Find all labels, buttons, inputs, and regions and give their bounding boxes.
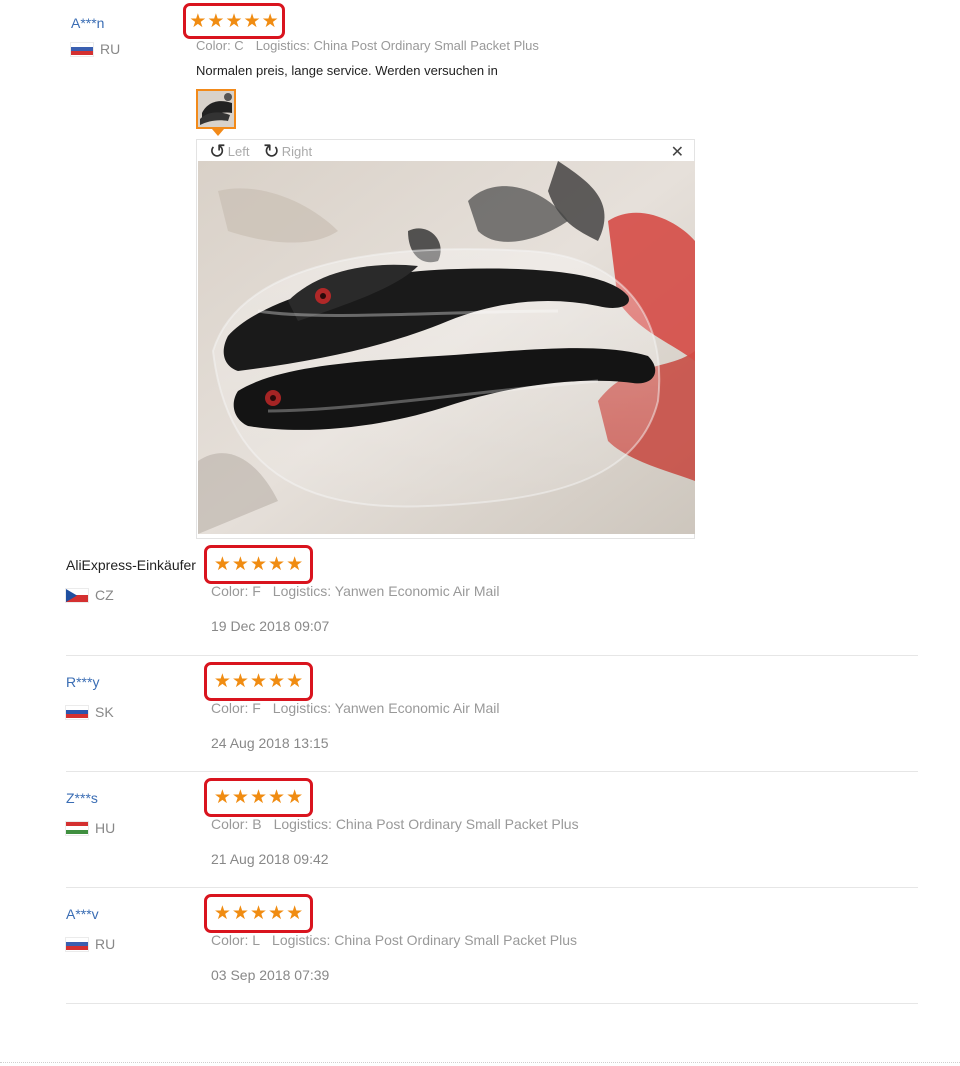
rotate-right-icon: ↻ bbox=[263, 139, 280, 163]
photo-viewer: ↺ Left ↻ Right ✕ bbox=[196, 139, 695, 539]
color-info: Color: B bbox=[211, 816, 262, 832]
reviewer-name[interactable]: A***v bbox=[66, 906, 99, 922]
color-info: Color: C bbox=[196, 38, 244, 53]
review-comment: Normalen preis, lange service. Werden ve… bbox=[196, 63, 498, 78]
rotate-left-icon: ↺ bbox=[209, 139, 226, 163]
order-info: Color: C Logistics: China Post Ordinary S… bbox=[196, 38, 539, 53]
flag-ru-icon bbox=[66, 937, 88, 951]
star-icon: ★ bbox=[268, 786, 286, 808]
reviewer-name[interactable]: Z***s bbox=[66, 790, 98, 806]
review-photo bbox=[198, 161, 695, 534]
reviewer-country: RU bbox=[66, 936, 115, 952]
country-code: SK bbox=[95, 704, 114, 720]
star-icon: ★ bbox=[286, 786, 304, 808]
star-icon: ★ bbox=[268, 902, 286, 924]
divider bbox=[66, 771, 918, 772]
logistics-info: Logistics: Yanwen Economic Air Mail bbox=[272, 700, 500, 716]
reviewer-country: HU bbox=[66, 820, 115, 836]
star-icon: ★ bbox=[268, 553, 286, 575]
close-icon[interactable]: ✕ bbox=[671, 142, 684, 161]
page-edge-divider bbox=[0, 1062, 960, 1063]
star-icon: ★ bbox=[286, 670, 304, 692]
star-icon: ★ bbox=[261, 9, 279, 32]
logistics-info: Logistics: China Post Ordinary Small Pac… bbox=[273, 816, 579, 832]
star-icon: ★ bbox=[213, 902, 231, 924]
star-rating: ★ ★ ★ ★ ★ bbox=[183, 3, 285, 39]
star-icon: ★ bbox=[268, 670, 286, 692]
reviewer-country: SK bbox=[66, 704, 114, 720]
rotate-right-button[interactable]: ↻ Right bbox=[263, 141, 312, 161]
star-icon: ★ bbox=[213, 670, 231, 692]
color-info: Color: F bbox=[211, 583, 261, 599]
rotate-left-label: Left bbox=[227, 143, 250, 159]
star-icon: ★ bbox=[249, 786, 268, 808]
review-photo-thumbnail[interactable] bbox=[196, 89, 236, 129]
star-icon: ★ bbox=[213, 553, 231, 575]
color-info: Color: F bbox=[211, 700, 261, 716]
flag-cz-icon bbox=[66, 588, 88, 602]
viewer-toolbar: ↺ Left ↻ Right ✕ bbox=[197, 140, 694, 161]
rotate-left-button[interactable]: ↺ Left bbox=[209, 141, 249, 161]
reviewer-name[interactable]: R***y bbox=[66, 674, 99, 690]
flag-ru-icon bbox=[71, 42, 93, 56]
star-icon: ★ bbox=[286, 902, 304, 924]
star-icon: ★ bbox=[213, 786, 231, 808]
divider bbox=[66, 887, 918, 888]
star-icon: ★ bbox=[231, 902, 249, 924]
review-date: 24 Aug 2018 13:15 bbox=[211, 735, 329, 751]
color-info: Color: L bbox=[211, 932, 261, 948]
star-rating: ★ ★ ★ ★ ★ bbox=[204, 662, 313, 701]
review-date: 21 Aug 2018 09:42 bbox=[211, 851, 329, 867]
star-icon: ★ bbox=[286, 553, 304, 575]
star-icon: ★ bbox=[189, 9, 207, 32]
reviewer-country: CZ bbox=[66, 587, 114, 603]
flag-sk-icon bbox=[66, 705, 88, 719]
thumbnail-pointer bbox=[212, 129, 224, 136]
review-date: 19 Dec 2018 09:07 bbox=[211, 618, 330, 634]
flag-hu-icon bbox=[66, 821, 88, 835]
reviewer-name: AliExpress-Einkäufer bbox=[66, 557, 196, 573]
star-rating: ★ ★ ★ ★ ★ bbox=[204, 894, 313, 933]
star-icon: ★ bbox=[243, 9, 261, 32]
star-icon: ★ bbox=[231, 553, 249, 575]
star-icon: ★ bbox=[249, 553, 268, 575]
country-code: CZ bbox=[95, 587, 114, 603]
order-info: Color: F Logistics: Yanwen Economic Air M… bbox=[211, 583, 500, 599]
logistics-info: Logistics: China Post Ordinary Small Pac… bbox=[255, 38, 539, 53]
country-code: HU bbox=[95, 820, 116, 836]
reviewer-country: RU bbox=[71, 41, 120, 57]
reviewer-name[interactable]: A***n bbox=[71, 15, 104, 31]
country-code: RU bbox=[100, 41, 121, 57]
star-rating: ★ ★ ★ ★ ★ bbox=[204, 778, 313, 817]
order-info: Color: L Logistics: China Post Ordinary S… bbox=[211, 932, 577, 948]
star-icon: ★ bbox=[249, 670, 268, 692]
star-icon: ★ bbox=[231, 786, 249, 808]
star-icon: ★ bbox=[249, 902, 268, 924]
star-icon: ★ bbox=[231, 670, 249, 692]
order-info: Color: F Logistics: Yanwen Economic Air M… bbox=[211, 700, 500, 716]
divider bbox=[66, 1003, 918, 1004]
star-icon: ★ bbox=[207, 9, 225, 32]
review-date: 03 Sep 2018 07:39 bbox=[211, 967, 330, 983]
star-icon: ★ bbox=[225, 9, 243, 32]
country-code: RU bbox=[95, 936, 116, 952]
order-info: Color: B Logistics: China Post Ordinary S… bbox=[211, 816, 579, 832]
divider bbox=[66, 655, 918, 656]
logistics-info: Logistics: Yanwen Economic Air Mail bbox=[272, 583, 500, 599]
star-rating: ★ ★ ★ ★ ★ bbox=[204, 545, 313, 584]
rotate-right-label: Right bbox=[281, 143, 313, 159]
logistics-info: Logistics: China Post Ordinary Small Pac… bbox=[272, 932, 578, 948]
